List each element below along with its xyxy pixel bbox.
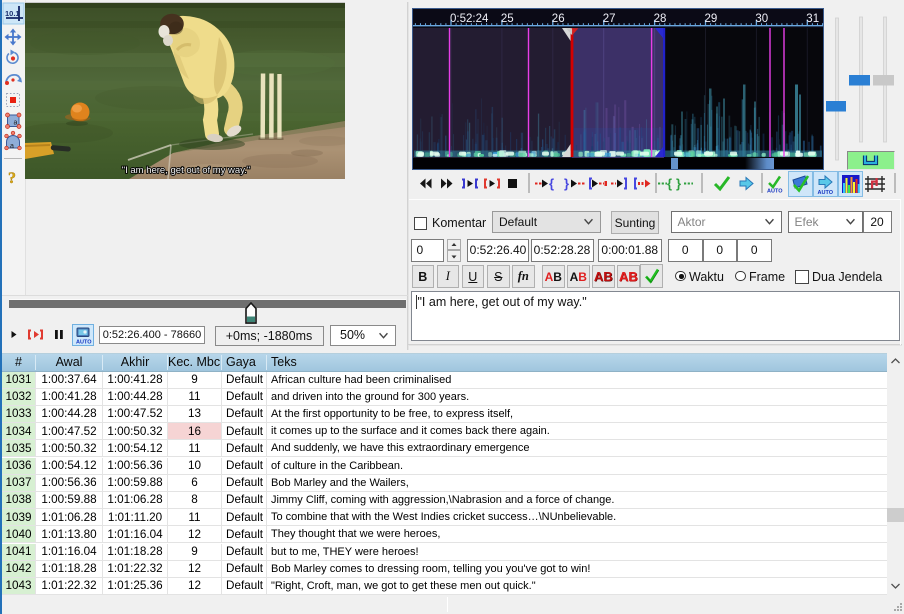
svg-text:AUTO: AUTO — [76, 340, 92, 346]
svg-text:}: } — [564, 176, 569, 191]
svg-text:25: 25 — [501, 13, 514, 25]
svg-text:28: 28 — [654, 13, 667, 25]
svg-text:26: 26 — [552, 13, 565, 25]
svg-text:a: a — [10, 143, 14, 150]
svg-text:27: 27 — [603, 13, 616, 25]
svg-text:}: } — [676, 176, 681, 191]
svg-text:30: 30 — [755, 13, 768, 25]
svg-text:{: { — [667, 176, 672, 191]
svg-text:{: { — [549, 176, 554, 191]
svg-text:AUTO: AUTO — [767, 189, 783, 195]
svg-text:0:52:24: 0:52:24 — [450, 13, 489, 25]
svg-text:10.1: 10.1 — [5, 9, 20, 18]
svg-text:31: 31 — [806, 13, 819, 25]
svg-text:29: 29 — [705, 13, 718, 25]
svg-text:AUTO: AUTO — [818, 190, 834, 196]
svg-text:?: ? — [8, 170, 16, 187]
svg-text:"I am here, get out of my way.: "I am here, get out of my way." — [122, 165, 251, 176]
